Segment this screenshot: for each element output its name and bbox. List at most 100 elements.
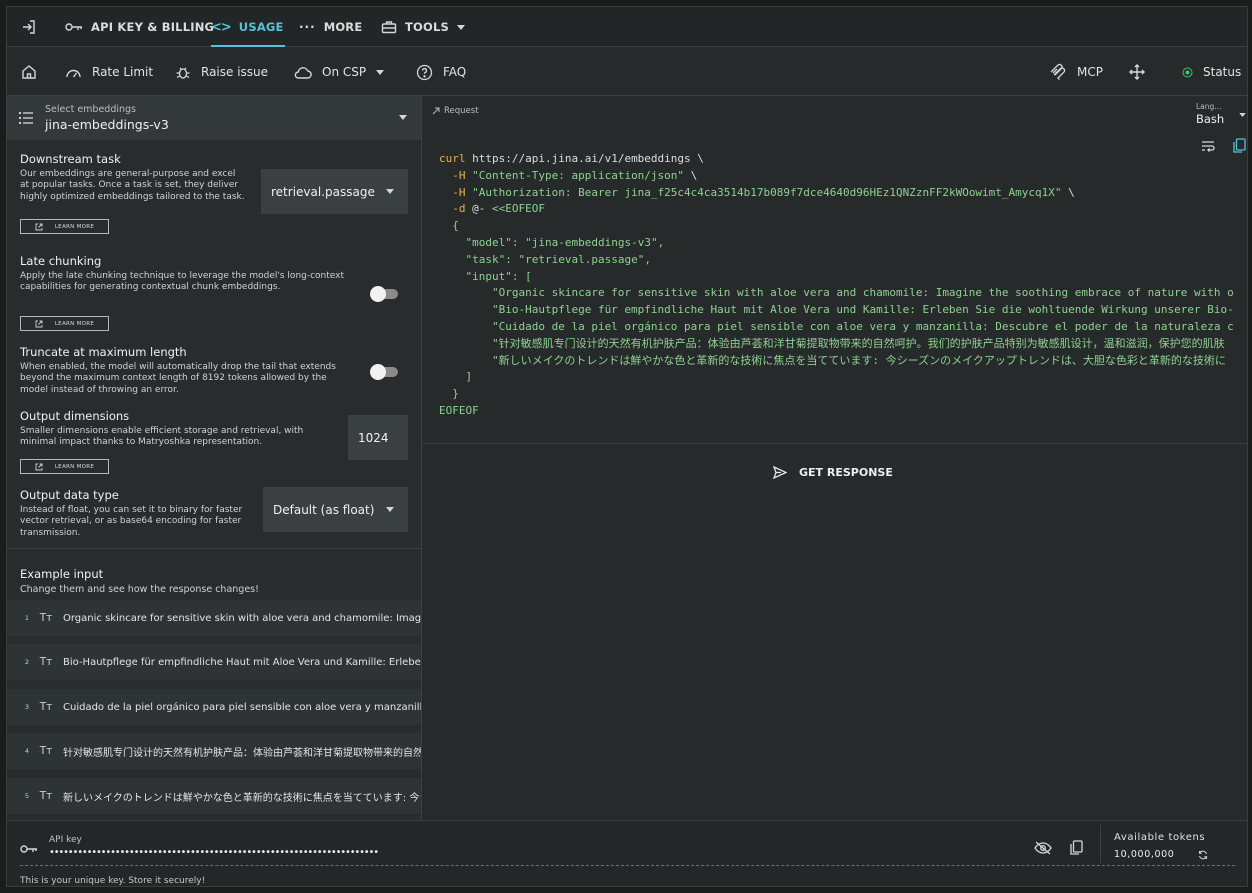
tab-more[interactable]: ··· MORE [299, 7, 362, 47]
mcp-button[interactable]: MCP [1049, 48, 1103, 96]
downstream-task-title: Downstream task [20, 152, 121, 166]
downstream-learn-more-button[interactable]: LEARN MORE [20, 219, 109, 234]
on-csp-menu[interactable]: On CSP [294, 48, 385, 96]
rate-limit-button[interactable]: Rate Limit [65, 48, 153, 96]
expand-arrow-icon [432, 107, 440, 115]
key-icon [65, 23, 82, 31]
external-link-icon [35, 320, 43, 327]
code-token: curl [439, 152, 466, 165]
code-token: : [ [511, 269, 532, 283]
row-number: 3 [24, 703, 29, 711]
code-token: @- [465, 202, 492, 216]
truncate-title: Truncate at maximum length [20, 345, 187, 359]
late-chunking-title: Late chunking [20, 254, 102, 268]
get-response-button[interactable]: GET RESPONSE [773, 462, 893, 482]
copy-key-button[interactable] [1070, 840, 1083, 855]
output-dimensions-value: 1024 [358, 430, 389, 445]
refresh-icon [1198, 850, 1208, 860]
refresh-tokens-button[interactable] [1198, 850, 1208, 860]
code-token: "Authorization: Bearer jina_f25c4c4ca351… [465, 185, 1062, 199]
faq-button[interactable]: FAQ [416, 48, 466, 96]
request-panel: Request Lang... Bash curl https://api.ji… [423, 96, 1247, 820]
example-input-row[interactable]: 1 Tт Organic skincare for sensitive skin… [7, 600, 421, 636]
mcp-icon [1050, 63, 1066, 80]
code-token: "Cuidado de la piel orgánico para piel s… [439, 319, 1234, 333]
example-input-text[interactable]: Organic skincare for sensitive skin with… [63, 613, 421, 624]
example-input-row[interactable]: 4 Tт 针对敏感肌专门设计的天然有机护肤产品：体验由芦荟和洋甘菊提取物带来的自… [7, 733, 421, 769]
raise-issue-button[interactable]: Raise issue [175, 48, 268, 96]
embeddings-select-label: Select embeddings [45, 104, 137, 115]
tab-api-key-billing[interactable]: API KEY & BILLING [65, 7, 214, 47]
output-dimensions-description: Smaller dimensions enable efficient stor… [20, 426, 304, 448]
code-token: : [505, 252, 519, 266]
api-key-input[interactable]: ••••••••••••••••••••••••••••••••••••••••… [49, 847, 509, 859]
code-token: -d [439, 202, 466, 216]
truncate-toggle[interactable] [370, 364, 398, 380]
output-dimensions-learn-more-button[interactable]: LEARN MORE [20, 459, 109, 474]
downstream-task-value: retrieval.passage [271, 184, 375, 199]
code-token: "jina-embeddings-v3" [525, 235, 658, 249]
late-chunking-learn-more-button[interactable]: LEARN MORE [20, 316, 109, 331]
copy-icon [1233, 138, 1246, 153]
code-token: "task" [439, 252, 506, 266]
truncate-description: When enabled, the model will automatical… [20, 362, 336, 395]
code-token: : [511, 235, 526, 249]
code-token: \ [684, 168, 698, 182]
secondary-toolbar: Rate Limit Raise issue On CSP FAQ MCP St… [7, 48, 1247, 96]
text-type-icon: Tт [39, 656, 53, 668]
sign-in-button[interactable] [21, 7, 37, 47]
curl-code-block[interactable]: curl https://api.jina.ai/v1/embeddings \… [439, 151, 1234, 420]
text-type-icon: Tт [39, 701, 53, 713]
downstream-task-select[interactable]: retrieval.passage [261, 169, 408, 214]
toggle-visibility-button[interactable] [1034, 841, 1052, 855]
output-datatype-select[interactable]: Default (as float) [263, 487, 408, 532]
help-circle-icon [416, 64, 433, 80]
output-dimensions-input[interactable]: 1024 [348, 415, 408, 460]
late-chunking-description: Apply the late chunking technique to lev… [20, 271, 345, 293]
caret-down-icon [386, 189, 394, 194]
status-button[interactable]: Status [1182, 48, 1241, 96]
example-input-text[interactable]: 针对敏感肌专门设计的天然有机护肤产品：体验由芦荟和洋甘菊提取物带来的自然呵护。我… [63, 744, 421, 759]
row-number: 2 [24, 658, 29, 666]
get-response-label: GET RESPONSE [799, 465, 893, 479]
language-select[interactable]: Lang... Bash [1196, 100, 1246, 126]
home-button[interactable] [21, 48, 37, 96]
row-number: 4 [24, 747, 29, 755]
code-token: , [644, 252, 651, 266]
toolbox-icon [381, 21, 397, 34]
eye-off-icon [1034, 841, 1052, 855]
tab-usage[interactable]: <> USAGE [211, 7, 285, 47]
code-token: https://api.jina.ai/v1/embeddings \ [465, 152, 704, 165]
output-datatype-value: Default (as float) [273, 502, 375, 517]
tab-tools[interactable]: TOOLS [381, 7, 466, 47]
example-input-text[interactable]: Bio-Hautpflege für empfindliche Haut mit… [63, 657, 421, 668]
external-link-icon [35, 223, 43, 230]
embeddings-select[interactable]: Select embeddings jina-embeddings-v3 [7, 96, 421, 140]
code-icon: <> [211, 19, 232, 35]
example-input-row[interactable]: 5 Tт 新しいメイクのトレンドは鮮やかな色と革新的な技術に焦点を当てています:… [7, 778, 421, 814]
example-input-text[interactable]: Cuidado de la piel orgánico para piel se… [63, 702, 421, 713]
copy-code-button[interactable] [1233, 138, 1246, 153]
code-token: -H [439, 185, 466, 199]
status-label: Status [1203, 65, 1242, 79]
code-token: \ [1061, 185, 1075, 199]
caret-down-icon [457, 24, 466, 30]
divider [20, 865, 1235, 866]
example-input-row[interactable]: 3 Tт Cuidado de la piel orgánico para pi… [7, 689, 421, 725]
language-select-label: Lang... [1196, 102, 1222, 111]
mcp-label: MCP [1077, 65, 1103, 79]
faq-label: FAQ [443, 65, 467, 79]
late-chunking-toggle[interactable] [370, 286, 398, 302]
copy-icon [1070, 840, 1083, 855]
request-header: Request [432, 106, 479, 116]
home-icon [22, 65, 36, 79]
available-tokens-label: Available tokens [1114, 832, 1206, 843]
example-input-row[interactable]: 2 Tт Bio-Hautpflege für empfindliche Hau… [7, 644, 421, 680]
text-type-icon: Tт [39, 790, 53, 802]
embeddings-select-value: jina-embeddings-v3 [45, 117, 169, 132]
move-button[interactable] [1129, 48, 1145, 96]
row-number: 5 [24, 792, 29, 800]
example-input-text[interactable]: 新しいメイクのトレンドは鮮やかな色と革新的な技術に焦点を当てています: 今シーズ… [63, 789, 421, 804]
tab-label: USAGE [238, 20, 284, 34]
code-token: "retrieval.passage" [518, 252, 645, 266]
